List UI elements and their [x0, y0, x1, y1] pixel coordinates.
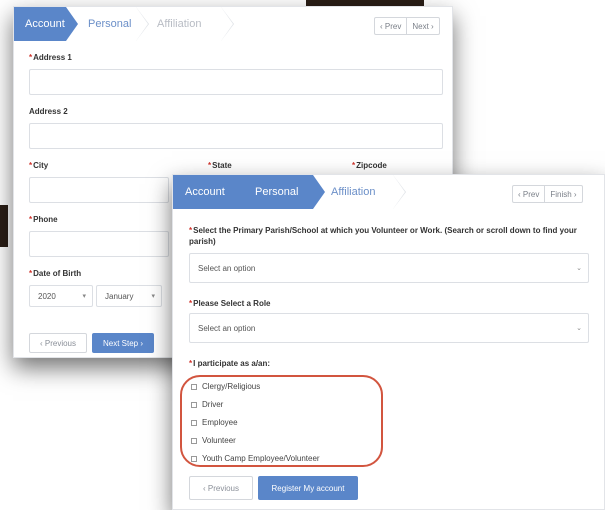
- dob-year-select[interactable]: 2020 ▾: [29, 285, 93, 307]
- wizard-steps: Account Personal Affiliation: [173, 175, 406, 209]
- city-input[interactable]: [29, 177, 169, 203]
- parish-select-value: Select an option: [198, 263, 256, 273]
- required-mark: *: [352, 161, 356, 170]
- phone-label-text: Phone: [33, 215, 58, 224]
- address1-label: *Address 1: [29, 53, 72, 62]
- chevron-down-icon: ⌄: [576, 325, 582, 332]
- participate-label-text: I participate as a/an:: [193, 359, 271, 368]
- wizard-steps: Account Personal Affiliation: [14, 7, 234, 41]
- pager: ‹ Prev Finish ›: [512, 185, 583, 203]
- register-button[interactable]: Register My account: [258, 476, 358, 500]
- previous-button[interactable]: ‹ Previous: [29, 333, 87, 353]
- required-mark: *: [29, 53, 33, 62]
- step-account[interactable]: Account: [14, 7, 78, 41]
- address2-label: Address 2: [29, 107, 68, 116]
- zipcode-label-text: Zipcode: [356, 161, 387, 170]
- dob-label: *Date of Birth: [29, 269, 81, 278]
- step-account-label: Account: [185, 186, 225, 198]
- address1-label-text: Address 1: [33, 53, 72, 62]
- step-affiliation[interactable]: Affiliation: [313, 175, 406, 209]
- step-personal-label: Personal: [255, 186, 299, 198]
- dob-month-select[interactable]: January ▾: [96, 285, 162, 307]
- city-label-text: City: [33, 161, 49, 170]
- zipcode-label: *Zipcode: [352, 161, 387, 170]
- role-select[interactable]: Select an option ⌄: [189, 313, 589, 343]
- required-mark: *: [189, 299, 193, 308]
- previous-button[interactable]: ‹ Previous: [189, 476, 253, 500]
- chevron-down-icon: ▾: [82, 293, 86, 300]
- step-account-label: Account: [25, 18, 65, 30]
- role-label-text: Please Select a Role: [193, 299, 271, 308]
- required-mark: *: [208, 161, 212, 170]
- step-affiliation-label: Affiliation: [157, 18, 202, 30]
- required-mark: *: [29, 269, 33, 278]
- step-personal-label: Personal: [88, 18, 132, 30]
- step-personal[interactable]: Personal: [233, 175, 325, 209]
- state-label: *State: [208, 161, 232, 170]
- dob-month-value: January: [105, 291, 134, 301]
- parish-select[interactable]: Select an option ⌄: [189, 253, 589, 283]
- dob-year-value: 2020: [38, 291, 56, 301]
- background-photo-left: [0, 205, 8, 247]
- prev-page-button[interactable]: ‹ Prev: [375, 18, 406, 34]
- required-mark: *: [189, 226, 193, 235]
- parish-label-text: Select the Primary Parish/School at whic…: [189, 226, 577, 246]
- finish-button[interactable]: Finish ›: [544, 186, 581, 202]
- dob-label-text: Date of Birth: [33, 269, 82, 278]
- address1-input[interactable]: [29, 69, 443, 95]
- state-label-text: State: [212, 161, 232, 170]
- city-label: *City: [29, 161, 48, 170]
- role-select-value: Select an option: [198, 323, 256, 333]
- next-step-button[interactable]: Next Step ›: [92, 333, 154, 353]
- prev-page-button[interactable]: ‹ Prev: [513, 186, 544, 202]
- participate-label: *I participate as a/an:: [189, 359, 270, 368]
- required-mark: *: [189, 359, 193, 368]
- phone-label: *Phone: [29, 215, 58, 224]
- step-account[interactable]: Account: [173, 175, 245, 209]
- parish-label: *Select the Primary Parish/School at whi…: [189, 225, 589, 247]
- step-affiliation-label: Affiliation: [331, 186, 376, 198]
- stage: Account Personal Affiliation ‹ Prev Next…: [0, 0, 605, 510]
- highlight-oval: [180, 375, 383, 467]
- pager: ‹ Prev Next ›: [374, 17, 440, 35]
- required-mark: *: [29, 161, 33, 170]
- required-mark: *: [29, 215, 33, 224]
- address2-input[interactable]: [29, 123, 443, 149]
- role-label: *Please Select a Role: [189, 299, 271, 308]
- address2-label-text: Address 2: [29, 107, 68, 116]
- phone-input[interactable]: [29, 231, 169, 257]
- next-page-button[interactable]: Next ›: [406, 18, 438, 34]
- chevron-down-icon: ⌄: [576, 265, 582, 272]
- chevron-down-icon: ▾: [151, 293, 155, 300]
